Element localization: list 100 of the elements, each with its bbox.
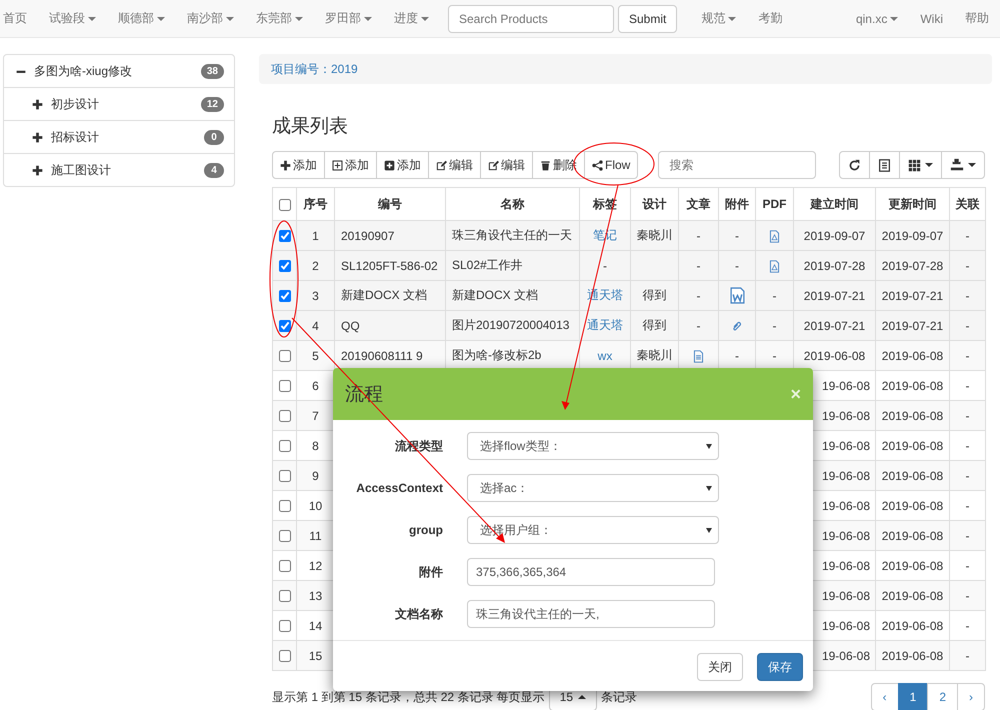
search-field[interactable]: 搜索 (658, 151, 816, 179)
page-button[interactable]: 1 (898, 683, 928, 710)
previous-page-button[interactable]: ‹ (870, 683, 899, 710)
tree-label: 多图为啥-xiug修改 (34, 62, 134, 80)
nav-link[interactable]: Wiki (909, 12, 954, 26)
nav-menu[interactable]: 东莞部 (245, 10, 314, 27)
row-checkbox[interactable] (278, 560, 290, 572)
refresh-button[interactable] (839, 151, 870, 179)
add-table-button[interactable]: 添加 (324, 151, 377, 179)
table-cell: 得到 (630, 280, 678, 310)
file-icon (692, 350, 705, 363)
select-field[interactable]: 选择用户组： (467, 516, 719, 544)
nav-link[interactable]: 考勤 (747, 10, 794, 27)
table-cell: - (756, 280, 794, 310)
row-checkbox[interactable] (278, 380, 290, 392)
edit-icon (436, 160, 447, 170)
table-cell: 2019-06-08 (876, 640, 950, 670)
add-square-button[interactable]: 添加 (376, 151, 429, 179)
table-plus-icon (332, 160, 343, 170)
submit-button[interactable]: Submit (618, 4, 678, 32)
row-checkbox[interactable] (278, 590, 290, 602)
row-checkbox[interactable] (278, 290, 290, 302)
tag-link[interactable]: wx (598, 348, 612, 362)
table-cell: - (678, 310, 718, 340)
grid-icon (908, 158, 921, 172)
table-cell: 2019-07-21 (876, 280, 950, 310)
table-cell: 珠三角设代主任的一天 (446, 220, 580, 250)
table-cell: - (950, 340, 986, 370)
nav-menu[interactable]: 南沙部 (176, 10, 245, 27)
field-label: AccessContext (355, 481, 443, 495)
nav-menu[interactable]: 试验段 (38, 10, 107, 27)
pdf-file-icon (768, 230, 781, 243)
tree-item[interactable]: 招标设计 0 (4, 120, 234, 153)
nav-menu[interactable]: 规范 (690, 10, 748, 27)
nav-link[interactable]: 首页 (3, 10, 38, 27)
export-button[interactable] (941, 151, 985, 179)
refresh-icon (848, 158, 861, 172)
table-cell: - (580, 250, 630, 280)
row-checkbox[interactable] (278, 260, 290, 272)
table-cell: - (718, 250, 756, 280)
row-checkbox[interactable] (278, 500, 290, 512)
nav-menu[interactable]: 进度 (383, 10, 440, 27)
table-cell: - (678, 220, 718, 250)
row-checkbox[interactable] (278, 650, 290, 662)
list-icon (878, 158, 891, 172)
edit-button[interactable]: 编辑 (428, 151, 481, 179)
next-page-button[interactable]: › (957, 683, 985, 710)
row-checkbox[interactable] (278, 620, 290, 632)
table-cell: 新建DOCX 文档 (334, 280, 446, 310)
table-cell: 2019-06-08 (876, 460, 950, 490)
table-cell: - (756, 310, 794, 340)
records-summary: 显示第 1 到第 15 条记录，总共 22 条记录 每页显示 (272, 688, 545, 706)
save-button[interactable]: 保存 (757, 653, 803, 681)
table-cell: 4 (296, 310, 334, 340)
table-cell: 9 (296, 460, 334, 490)
select-field[interactable]: 选择flow类型： (467, 432, 719, 460)
trash-icon (540, 160, 551, 170)
select-all-checkbox[interactable] (278, 198, 290, 211)
table-cell: 2019-06-08 (876, 340, 950, 370)
table-cell: QQ (334, 310, 446, 340)
row-checkbox[interactable] (278, 410, 290, 422)
table-cell: SL02#工作井 (446, 250, 580, 280)
table-cell: 2019-07-28 (876, 250, 950, 280)
input-field[interactable]: 珠三角设代主任的一天, (467, 600, 715, 628)
row-checkbox[interactable] (278, 320, 290, 332)
table-cell: 3 (296, 280, 334, 310)
tree-label: 初步设计 (51, 96, 100, 112)
row-checkbox[interactable] (278, 530, 290, 542)
share-icon (592, 160, 603, 170)
page-title: 成果列表 (272, 115, 349, 139)
search-field[interactable]: Search Products (448, 4, 614, 32)
edit-button[interactable]: 编辑 (480, 151, 533, 179)
table-cell: - (950, 520, 986, 550)
nav-menu[interactable]: 顺德部 (107, 10, 176, 27)
row-checkbox[interactable] (278, 440, 290, 452)
nav-menu[interactable]: 罗田部 (314, 10, 383, 27)
grid-button[interactable] (899, 151, 942, 179)
table-cell: 2019-09-07 (794, 220, 876, 250)
table-cell: - (950, 250, 986, 280)
row-checkbox[interactable] (278, 230, 290, 242)
table-cell: - (950, 280, 986, 310)
cancel-button[interactable]: 关闭 (697, 653, 743, 681)
table-cell: - (950, 580, 986, 610)
tree-item[interactable]: 多图为啥-xiug修改 38 (4, 55, 234, 87)
row-checkbox[interactable] (278, 350, 290, 362)
row-checkbox[interactable] (278, 470, 290, 482)
count-badge: 0 (204, 130, 224, 144)
add-button[interactable]: 添加 (272, 151, 325, 179)
plus-icon (280, 160, 291, 170)
table-cell: 图片20190720004013 (446, 310, 580, 340)
tree-item[interactable]: 施工图设计 4 (4, 153, 234, 186)
nav-menu[interactable]: qin.xc (844, 12, 910, 26)
table-cell: 2019-07-21 (794, 280, 876, 310)
nav-link[interactable]: 帮助 (954, 10, 1000, 27)
list-button[interactable] (869, 151, 900, 179)
select-field[interactable]: 选择ac： (467, 474, 719, 502)
tree-item[interactable]: 初步设计 12 (4, 87, 234, 120)
share-button[interactable]: Flow (584, 151, 638, 179)
input-field[interactable]: 375,366,365,364 (467, 558, 715, 586)
page-button[interactable]: 2 (927, 683, 958, 710)
